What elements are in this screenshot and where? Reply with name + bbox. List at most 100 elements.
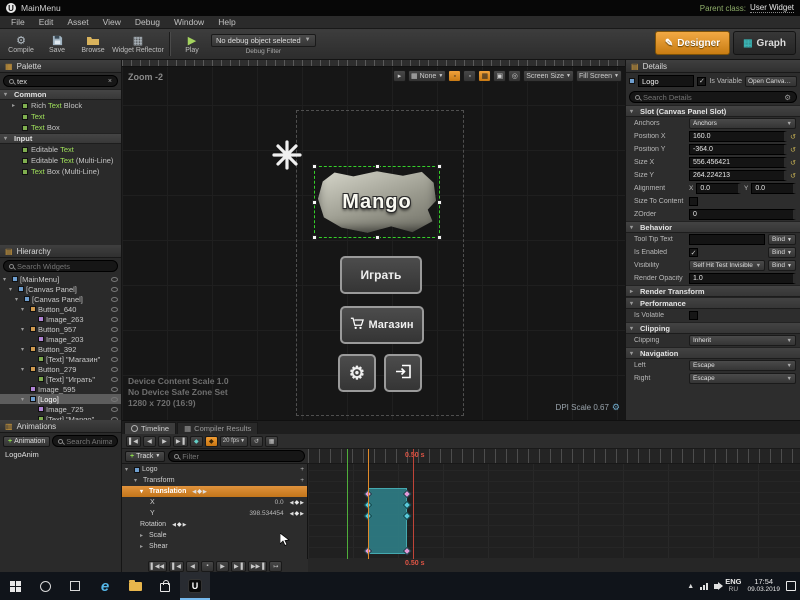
is-variable-checkbox[interactable]: ✓ [697,77,706,86]
section-performance[interactable]: ▾Performance [626,297,800,309]
add-key-icon[interactable]: ◆ [295,510,300,517]
is-enabled-bind-button[interactable]: Bind▼ [768,247,796,258]
shop-button-widget[interactable]: Магазин [340,306,424,344]
step-back-button[interactable]: ◀ [143,436,156,447]
zoom-to-fit-button[interactable]: ◎ [508,70,521,82]
section-slot[interactable]: ▾Slot (Canvas Panel Slot) [626,105,800,117]
add-animation-button[interactable]: + Animation [3,436,50,447]
edge-button[interactable]: e [90,572,120,600]
tree-item-image-203[interactable]: Image_203 [0,334,121,344]
reset-to-default-icon[interactable]: ↺ [790,172,796,180]
fill-screen-dropdown[interactable]: Fill Screen▼ [576,70,622,82]
next-key-icon[interactable]: ▶ [300,511,304,517]
exit-button-widget[interactable] [384,354,422,392]
resize-handle[interactable] [437,235,442,240]
play-forward-button[interactable]: ▶ [216,561,229,572]
animations-search[interactable] [52,435,118,447]
alignment-x-field[interactable]: 0.0 [696,183,741,194]
track-translation-x[interactable]: X0.0◀◆▶ [122,497,307,508]
play-animation-button[interactable]: ▶ [158,436,171,447]
track-scale[interactable]: ▸Scale [122,530,307,541]
section-behavior[interactable]: ▾Behavior [626,221,800,233]
tooltip-bind-button[interactable]: Bind▼ [768,234,796,245]
section-render-transform[interactable]: ▸Render Transform [626,285,800,297]
menu-file[interactable]: File [4,16,32,28]
menu-edit[interactable]: Edit [32,16,61,28]
toggle-respect-locks-button[interactable]: ▫ [463,70,476,82]
track-filter-input[interactable] [182,452,299,461]
nav-right-dropdown[interactable]: Escape▼ [689,373,796,384]
clipping-dropdown[interactable]: Inherit▼ [689,335,796,346]
position-x-field[interactable]: 160.0 [689,131,787,142]
loop-button[interactable]: ↦ [269,561,282,572]
tree-item-button-957[interactable]: ▾Button_957 [0,324,121,334]
palette-item-editable-text[interactable]: Editable Text [0,144,121,155]
render-opacity-field[interactable]: 1.0 [689,273,796,284]
resize-handle[interactable] [312,200,317,205]
tree-item-canvas-panel-1[interactable]: ▾[Canvas Panel] [0,284,121,294]
tab-compiler-results[interactable]: ▦ Compiler Results [177,422,258,434]
toggle-outline-button[interactable]: ▫ [448,70,461,82]
track-transform[interactable]: ▾Transform+ [122,475,307,486]
visibility-dropdown[interactable]: Self Hit Test Invisible▼ [689,260,765,271]
visibility-eye-icon[interactable] [111,367,118,372]
play-reverse-button[interactable]: ◀ [186,561,199,572]
store-button[interactable] [150,572,180,600]
add-key-icon[interactable]: ◆ [177,521,182,528]
track-translation-selected[interactable]: ▾Translation◀◆▶ [122,486,307,497]
save-button[interactable]: Save [40,30,74,59]
loop-toggle-button[interactable]: ↺ [250,436,263,447]
hierarchy-tab[interactable]: ▤ Hierarchy [0,245,121,258]
next-key-icon[interactable]: ▶ [183,522,187,528]
menu-window[interactable]: Window [167,16,211,28]
zorder-field[interactable]: 0 [689,209,796,220]
prev-key-icon[interactable]: ◀ [192,489,196,495]
tree-item-image-263[interactable]: Image_263 [0,314,121,324]
track-rotation[interactable]: Rotation◀◆▶ [122,519,307,530]
visibility-eye-icon[interactable] [111,327,118,332]
play-button[interactable]: ▶ Play [175,30,209,59]
next-frame-button[interactable]: ▶▐ [231,561,246,572]
curve-editor-button[interactable]: ▦ [265,436,278,447]
alignment-y-field[interactable]: 0.0 [751,183,796,194]
position-y-field[interactable]: -364.0 [689,144,787,155]
track-shear[interactable]: ▸Shear [122,541,307,552]
palette-item-rich-text-block[interactable]: ▸ Rich Text Block [0,100,121,111]
visibility-eye-icon[interactable] [111,387,118,392]
tree-item-text-igrat[interactable]: [Text] "Играть" [0,374,121,384]
track-filter-search[interactable] [168,450,305,462]
reset-to-default-icon[interactable]: ↺ [790,146,796,154]
widget-reflector-button[interactable]: ▦ Widget Reflector [112,30,164,59]
file-explorer-button[interactable] [120,572,150,600]
add-key-icon[interactable]: ◆ [197,488,202,495]
menu-view[interactable]: View [96,16,128,28]
menu-asset[interactable]: Asset [60,16,95,28]
parent-class-link[interactable]: User Widget [750,3,794,13]
language-indicator[interactable]: ENG RU [725,578,741,594]
tray-expand-icon[interactable]: ▲ [687,583,694,590]
compile-button[interactable]: ⚙ Compile [4,30,38,59]
tree-item-button-279[interactable]: ▾Button_279 [0,364,121,374]
keyframe-area[interactable] [308,464,800,559]
keyframe-section-block[interactable] [368,488,407,554]
selection-outline[interactable] [314,166,440,238]
timeline-ruler[interactable] [308,449,800,464]
clear-search-icon[interactable]: × [108,78,112,85]
details-search-input[interactable] [643,93,781,102]
tooltip-text-field[interactable] [689,234,765,245]
tab-timeline[interactable]: Timeline [124,422,176,434]
hierarchy-search-input[interactable] [17,262,112,271]
add-track-button[interactable]: + Track ▼ [125,451,165,462]
animation-item-logoanim[interactable]: LogoAnim [0,449,121,460]
browse-button[interactable]: Browse [76,30,110,59]
tree-item-button-392[interactable]: ▾Button_392 [0,344,121,354]
task-view-button[interactable] [60,572,90,600]
details-search[interactable]: ⚙ [629,91,797,103]
action-center-icon[interactable] [786,581,796,591]
settings-button-widget[interactable]: ⚙ [338,354,376,392]
visibility-eye-icon[interactable] [111,307,118,312]
network-icon[interactable] [700,583,708,590]
tree-item-canvas-panel-2[interactable]: ▾[Canvas Panel] [0,294,121,304]
toggle-grid-snap-button[interactable]: ▦ [478,70,491,82]
menu-help[interactable]: Help [211,16,242,28]
